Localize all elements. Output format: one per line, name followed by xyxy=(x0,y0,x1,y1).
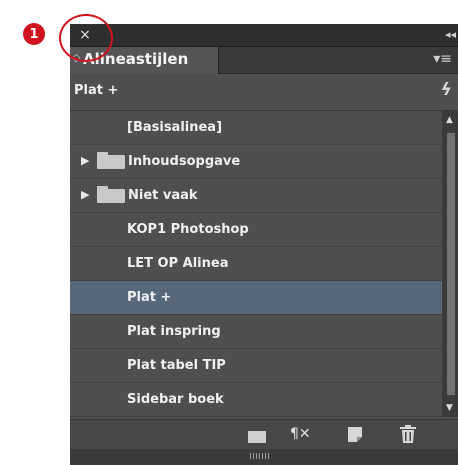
scroll-down-icon[interactable]: ▼ xyxy=(446,403,453,413)
list-item[interactable]: ▶ Inhoudsopgave xyxy=(70,145,442,179)
style-label: Plat + xyxy=(127,290,172,305)
trash-icon[interactable] xyxy=(400,425,416,443)
panel-titlebar: × ◂◂ xyxy=(70,24,458,47)
scrollbar[interactable]: ▲ ▼ xyxy=(442,111,458,417)
list-item[interactable]: KOP1 Photoshop xyxy=(70,213,442,247)
list-item[interactable]: Plat tabel TIP xyxy=(70,349,442,383)
resize-bar[interactable] xyxy=(70,449,458,465)
clear-overrides-icon[interactable]: ¶✕ xyxy=(290,426,311,442)
list-item[interactable]: Sidebar boek xyxy=(70,383,442,417)
list-item[interactable]: LET OP Alinea xyxy=(70,247,442,281)
style-label: [Basisalinea] xyxy=(127,120,223,135)
expand-arrow-icon[interactable]: ▶ xyxy=(81,188,89,201)
expand-arrow-icon[interactable]: ▶ xyxy=(81,154,89,167)
annotation-marker: 1 xyxy=(23,23,45,45)
quick-apply-icon[interactable]: ϟ xyxy=(441,80,452,100)
new-page-icon[interactable] xyxy=(348,427,362,442)
resize-grip-icon[interactable] xyxy=(250,453,270,459)
annotation-circle xyxy=(59,14,113,62)
folder-icon[interactable] xyxy=(248,431,266,443)
list-item[interactable]: ▶ Niet vaak xyxy=(70,179,442,213)
current-style-name: Plat + xyxy=(74,83,119,98)
paragraph-styles-panel: × ◂◂ ◇ Alineastijlen ▾≡ Plat + ϟ [Basisa… xyxy=(70,24,458,465)
style-label: Inhoudsopgave xyxy=(128,154,241,169)
style-list: [Basisalinea] ▶ Inhoudsopgave ▶ Niet vaa… xyxy=(70,111,442,417)
scroll-up-icon[interactable]: ▲ xyxy=(446,115,453,125)
list-item[interactable]: [Basisalinea] xyxy=(70,111,442,145)
panel-footer: ¶✕ xyxy=(70,419,458,450)
style-label: KOP1 Photoshop xyxy=(127,222,249,237)
style-label: Niet vaak xyxy=(128,188,198,203)
panel-menu-icon[interactable]: ▾≡ xyxy=(433,51,452,67)
list-item-selected[interactable]: Plat + xyxy=(70,281,442,315)
style-label: Sidebar boek xyxy=(127,392,224,407)
style-label: Plat tabel TIP xyxy=(127,358,226,373)
list-item[interactable]: Plat inspring xyxy=(70,315,442,349)
panel-tabstrip: ◇ Alineastijlen ▾≡ xyxy=(70,47,458,74)
style-label: Plat inspring xyxy=(127,324,221,339)
folder-icon xyxy=(97,152,125,169)
collapse-panel-icon[interactable]: ◂◂ xyxy=(445,26,456,44)
scroll-thumb[interactable] xyxy=(447,133,455,395)
folder-icon xyxy=(97,186,125,203)
style-label: LET OP Alinea xyxy=(127,256,229,271)
current-style-bar: Plat + ϟ xyxy=(70,74,458,111)
